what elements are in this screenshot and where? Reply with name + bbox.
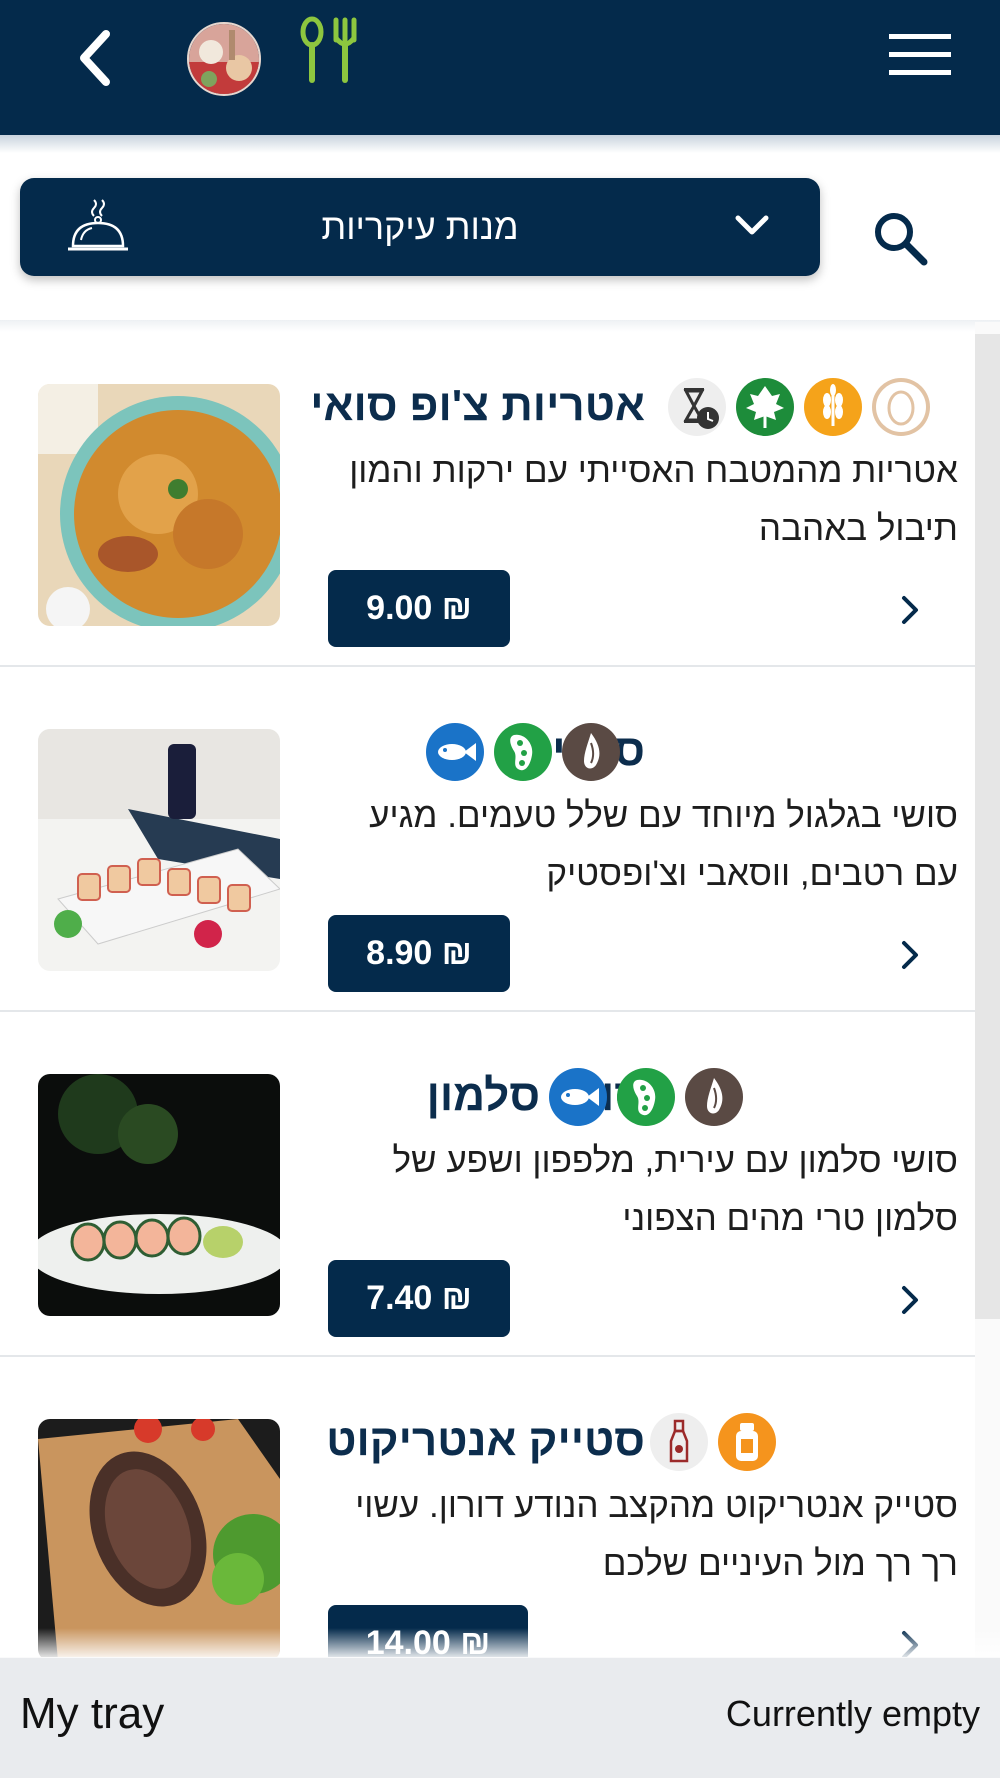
sesame-icon [685,1068,743,1126]
fork-spoon-icon [298,16,362,86]
chevron-right-icon[interactable] [898,590,922,630]
item-description: סטייק אנטריקוט מהקצב הנודע דורון. עשוי ר… [355,1486,958,1583]
category-dropdown[interactable]: מנות עיקריות [20,178,820,276]
chevron-right-icon[interactable] [898,1280,922,1320]
sesame-icon [562,723,620,781]
allergen-badges [650,1413,776,1471]
menu-item[interactable]: סטייק אנטריקוט סטייק אנטריקוט מהקצב הנוד… [0,1357,975,1657]
allergen-badges [668,378,930,436]
item-title: אטריות צ'ופ סואי [310,381,645,430]
soy-icon [494,723,552,781]
item-image [38,1074,280,1316]
cloche-icon [65,196,131,258]
gluten-icon [804,378,862,436]
vegan-leaf-icon [736,378,794,436]
item-description: סושי סלמון עם עירית, מלפפון ושפע של סלמו… [392,1141,959,1238]
sauce-bottle-icon [650,1413,708,1471]
search-button[interactable] [870,208,932,270]
price-button[interactable]: 8.90 ₪ [328,915,510,992]
soy-icon [617,1068,675,1126]
fish-icon [426,723,484,781]
chevron-left-icon [80,30,110,86]
allergen-badges [426,723,620,781]
hamburger-menu-icon [889,34,951,75]
hourglass-time-icon [668,378,726,436]
chevron-down-icon [732,210,772,240]
price-button[interactable]: 9.00 ₪ [328,570,510,647]
list-scrollbar[interactable] [975,322,1000,1657]
category-label: מנות עיקריות [321,206,519,247]
item-image [38,729,280,971]
allergen-badges [549,1068,743,1126]
search-icon [875,213,928,266]
menu-item[interactable]: סושי סלמון סושי סלמון עם עירית, מלפפון ו… [0,1012,975,1357]
category-bar: מנות עיקריות [0,153,1000,332]
item-image [38,384,280,626]
tray-bar[interactable]: My tray Currently empty [0,1628,1000,1778]
menu-item[interactable]: אטריות צ'ופ סואי אטריות מהמטבח האסייתי ע… [0,322,975,667]
scrollbar-thumb[interactable] [975,334,1000,1319]
price-button[interactable]: 7.40 ₪ [328,1260,510,1337]
item-description: סושי בגלגול מיוחד עם שלל טעמים. מגיע עם … [369,796,958,893]
menu-item-list[interactable]: אטריות צ'ופ סואי אטריות מהמטבח האסייתי ע… [0,322,975,1657]
restaurant-avatar[interactable] [187,22,261,96]
egg-icon [872,378,930,436]
item-image [38,1419,280,1657]
app-header [0,0,1000,153]
tray-label: My tray [20,1689,165,1738]
hamburger-menu-button[interactable] [885,30,955,80]
fish-icon [549,1068,607,1126]
menu-item[interactable]: סושי סושי בגלגול מיוחד עם שלל טעמים. מגי… [0,667,975,1012]
mustard-icon [718,1413,776,1471]
back-button[interactable] [60,22,130,92]
item-description: אטריות מהמטבח האסייתי עם ירקות והמון תיב… [349,451,958,548]
item-title: סטייק אנטריקוט [326,1416,645,1465]
chevron-right-icon[interactable] [898,935,922,975]
tray-status: Currently empty [725,1693,980,1734]
